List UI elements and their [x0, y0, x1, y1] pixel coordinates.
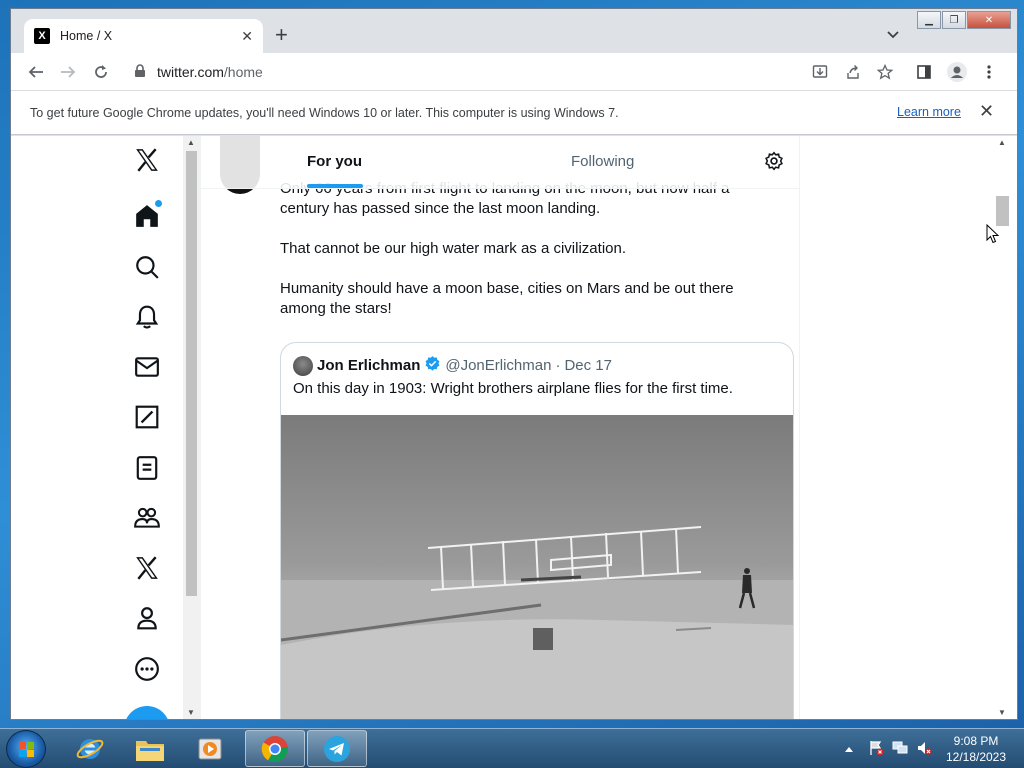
close-window-button[interactable]: ✕ [967, 11, 1011, 29]
url-domain: twitter.com [157, 64, 224, 80]
notification-dot [155, 200, 162, 207]
show-hidden-icons-icon[interactable] [844, 742, 854, 756]
address-bar[interactable]: twitter.com/home [157, 64, 263, 80]
system-tray [840, 729, 932, 768]
scroll-up-arrow-icon[interactable]: ▲ [998, 138, 1006, 147]
quoted-tweet-header: Jon Erlichman @JonErlichman · Dec 17 [293, 355, 612, 376]
avatar[interactable] [293, 355, 313, 376]
minimize-button[interactable]: ▁ [917, 11, 941, 29]
action-center-warning-icon[interactable] [868, 740, 884, 759]
grok-icon[interactable] [123, 401, 171, 433]
tab-strip: X Home / X ✕ + ▁ ❐ ✕ [11, 9, 1017, 53]
search-icon[interactable] [123, 251, 171, 283]
tweet-paragraph-3-line-1: Humanity should have a moon base, cities… [280, 280, 734, 297]
scroll-up-arrow-icon[interactable]: ▲ [187, 138, 195, 147]
x-premium-icon[interactable] [123, 552, 171, 584]
forward-button[interactable] [57, 61, 79, 83]
media-player-icon[interactable] [180, 730, 240, 767]
communities-icon[interactable] [123, 502, 171, 534]
clock-time: 9:08 PM [953, 734, 999, 748]
quoted-author-handle[interactable]: @JonErlichman [445, 357, 551, 374]
profile-icon[interactable] [123, 602, 171, 634]
twitter-page: ▲ ▼ For you Following Only 66 years from… [11, 136, 1017, 719]
quoted-tweet-date[interactable]: Dec 17 [564, 357, 612, 374]
tweet-line-2: century has passed since the last moon l… [280, 200, 601, 217]
reload-button[interactable] [90, 61, 112, 83]
telegram-icon[interactable] [307, 730, 367, 767]
clock-date: 12/18/2023 [945, 750, 1007, 764]
close-tab-icon[interactable]: ✕ [241, 28, 253, 45]
windows-taskbar: 9:08 PM 12/18/2023 [0, 728, 1024, 768]
file-explorer-icon[interactable] [120, 730, 180, 767]
scroll-down-arrow-icon[interactable]: ▼ [187, 708, 195, 717]
verified-badge-icon [424, 355, 441, 376]
volume-muted-icon[interactable] [916, 740, 932, 759]
sidebar-scrollbar[interactable]: ▲ ▼ [183, 136, 200, 719]
wright-brothers-photo[interactable] [281, 415, 793, 719]
tweet-paragraph-2: That cannot be our high water mark as a … [280, 240, 627, 257]
home-icon[interactable] [123, 200, 171, 232]
network-icon[interactable] [892, 740, 908, 759]
close-infobar-icon[interactable]: ✕ [979, 101, 994, 122]
gear-icon[interactable] [764, 151, 784, 176]
post-button[interactable] [124, 706, 170, 719]
quoted-author-name[interactable]: Jon Erlichman [317, 357, 420, 374]
url-path: /home [223, 64, 263, 80]
update-infobar: To get future Google Chrome updates, you… [11, 91, 1017, 135]
internet-explorer-icon[interactable] [60, 730, 120, 767]
install-app-icon[interactable] [809, 61, 831, 83]
tab-title: Home / X [60, 29, 113, 43]
more-icon[interactable] [123, 653, 171, 685]
chrome-window: X Home / X ✕ + ▁ ❐ ✕ twitter.com/home To… [10, 8, 1018, 720]
timeline: For you Following Only 66 years from fir… [200, 136, 800, 719]
chrome-taskbar-icon[interactable] [245, 730, 305, 767]
x-logo-icon: X [34, 28, 50, 44]
tab-search-chevron-icon[interactable] [887, 27, 899, 42]
tweet-paragraph-3-line-2: among the stars! [280, 300, 392, 317]
tab-following[interactable]: Following [571, 153, 634, 170]
quoted-tweet[interactable]: Jon Erlichman @JonErlichman · Dec 17 On … [280, 342, 794, 719]
envelope-icon[interactable] [123, 351, 171, 383]
start-button[interactable] [6, 730, 46, 768]
back-button[interactable] [25, 61, 47, 83]
lock-icon[interactable] [134, 64, 146, 83]
learn-more-link[interactable]: Learn more [897, 105, 961, 119]
tab-for-you[interactable]: For you [307, 153, 362, 170]
page-scroll-thumb[interactable] [996, 196, 1009, 226]
feed-header: For you Following [201, 136, 799, 189]
side-panel-icon[interactable] [913, 61, 935, 83]
maximize-button[interactable]: ❐ [942, 11, 966, 29]
mouse-cursor-icon [986, 223, 1000, 249]
sidebar-scroll-thumb[interactable] [186, 151, 197, 596]
infobar-message: To get future Google Chrome updates, you… [30, 105, 619, 120]
scroll-down-arrow-icon[interactable]: ▼ [998, 708, 1006, 717]
menu-kebab-icon[interactable] [978, 61, 1000, 83]
tab-home-x[interactable]: X Home / X ✕ [24, 19, 263, 53]
separator-dot: · [555, 357, 561, 374]
x-logo-icon[interactable] [123, 144, 171, 176]
bookmark-star-icon[interactable] [874, 61, 896, 83]
bell-icon[interactable] [123, 301, 171, 333]
browser-toolbar: twitter.com/home [11, 53, 1017, 91]
active-tab-indicator [307, 184, 363, 188]
quoted-tweet-text: On this day in 1903: Wright brothers air… [293, 380, 733, 397]
new-tab-button[interactable]: + [275, 24, 288, 46]
lists-icon[interactable] [123, 452, 171, 484]
taskbar-clock[interactable]: 9:08 PM 12/18/2023 [936, 733, 1016, 765]
share-icon[interactable] [842, 61, 864, 83]
profile-avatar-icon[interactable] [946, 61, 968, 83]
